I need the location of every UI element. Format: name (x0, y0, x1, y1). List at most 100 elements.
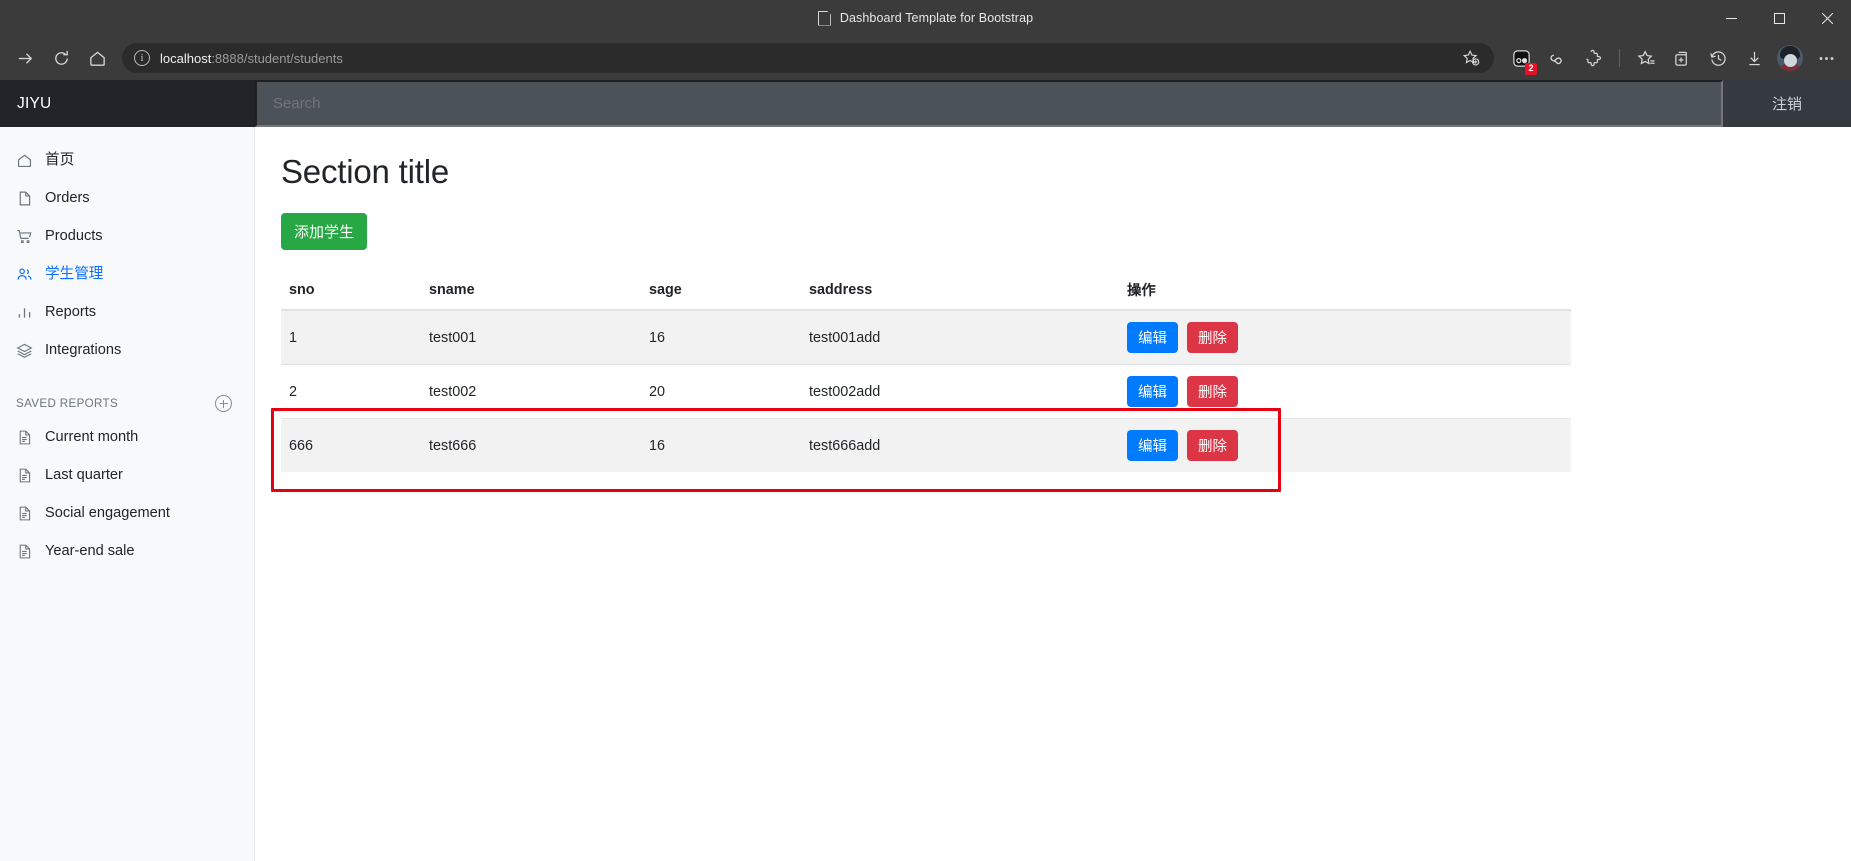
delete-button[interactable]: 删除 (1187, 322, 1238, 353)
url-host: localhost (160, 50, 212, 66)
sidebar-item-home[interactable]: 首页 (0, 141, 254, 179)
sidebar-item-products[interactable]: Products (0, 217, 254, 255)
downloads-icon[interactable] (1737, 41, 1771, 75)
browser-titlebar: Dashboard Template for Bootstrap (0, 0, 1851, 36)
toolbar-divider (1619, 49, 1620, 67)
column-header-actions: 操作 (1119, 270, 1571, 311)
logout-link-wrap[interactable]: 注销 (1723, 80, 1851, 127)
bar-chart-icon (16, 304, 33, 321)
close-button[interactable] (1803, 0, 1851, 36)
cell-actions: 编辑 删除 (1119, 418, 1571, 472)
edit-button[interactable]: 编辑 (1127, 322, 1178, 353)
profile-avatar-icon[interactable] (1773, 41, 1807, 75)
users-icon (16, 266, 33, 283)
forward-icon[interactable] (8, 41, 42, 75)
sidebar-item-last-quarter[interactable]: Last quarter (0, 456, 254, 494)
cell-sage: 16 (641, 418, 801, 472)
puzzle-extensions-icon[interactable] (1576, 41, 1610, 75)
students-table: sno sname sage saddress 操作 1 test001 16 … (281, 270, 1571, 472)
cell-saddress: test666add (801, 418, 1119, 472)
sidebar: 首页 Orders Products 学生管理 Reports Integrat… (0, 127, 255, 861)
sidebar-item-orders[interactable]: Orders (0, 179, 254, 217)
logout-link[interactable]: 注销 (1772, 93, 1802, 114)
report-file-icon (16, 543, 33, 560)
delete-button[interactable]: 删除 (1187, 430, 1238, 461)
minimize-button[interactable] (1707, 0, 1755, 36)
search-input[interactable] (255, 80, 1723, 127)
app-body: 首页 Orders Products 学生管理 Reports Integrat… (0, 127, 1851, 861)
cell-sage: 16 (641, 309, 801, 365)
cell-sname: test666 (421, 418, 641, 472)
avatar (1777, 45, 1803, 71)
sidebar-item-integrations[interactable]: Integrations (0, 331, 254, 369)
infinity-icon[interactable] (1540, 41, 1574, 75)
delete-button[interactable]: 删除 (1187, 376, 1238, 407)
url-path: :8888/student/students (211, 50, 343, 66)
column-header-sage: sage (641, 270, 801, 311)
site-info-icon[interactable]: i (134, 50, 150, 66)
report-file-icon (16, 429, 33, 446)
file-icon (16, 190, 33, 207)
sidebar-item-label: Last quarter (45, 467, 123, 483)
sidebar-item-year-end-sale[interactable]: Year-end sale (0, 532, 254, 570)
cell-actions: 编辑 删除 (1119, 309, 1571, 365)
history-icon[interactable] (1701, 41, 1735, 75)
saved-reports-heading: SAVED REPORTS (0, 385, 254, 418)
extension-badge-icon[interactable]: 2 (1504, 41, 1538, 75)
layers-icon (16, 342, 33, 359)
cell-saddress: test002add (801, 364, 1119, 419)
brand-block[interactable]: JIYU (0, 80, 255, 127)
edit-button[interactable]: 编辑 (1127, 430, 1178, 461)
column-header-saddress: saddress (801, 270, 1119, 311)
browser-toolbar: i localhost:8888/student/students 2 (0, 36, 1851, 80)
avatar-body (1779, 64, 1801, 71)
table-row[interactable]: 666 test666 16 test666add 编辑 删除 (281, 418, 1571, 472)
maximize-button[interactable] (1755, 0, 1803, 36)
add-student-button[interactable]: 添加学生 (281, 213, 368, 250)
window-title-group: Dashboard Template for Bootstrap (0, 11, 1851, 26)
collections-icon[interactable] (1665, 41, 1699, 75)
cell-sno: 1 (281, 309, 421, 365)
table-row[interactable]: 2 test002 20 test002add 编辑 删除 (281, 364, 1571, 419)
home-icon (16, 152, 33, 169)
cell-sno: 2 (281, 364, 421, 419)
table-row[interactable]: 1 test001 16 test001add 编辑 删除 (281, 309, 1571, 365)
sidebar-item-label: Integrations (45, 342, 122, 358)
add-favorite-icon[interactable] (1454, 41, 1488, 75)
cell-sno: 666 (281, 418, 421, 472)
saved-reports-label: SAVED REPORTS (16, 397, 119, 410)
window-title: Dashboard Template for Bootstrap (839, 11, 1034, 25)
students-table-wrap: sno sname sage saddress 操作 1 test001 16 … (281, 270, 1571, 472)
reload-icon[interactable] (44, 41, 78, 75)
main-content: Section title 添加学生 sno sname sage saddre… (255, 127, 1851, 861)
sidebar-item-reports[interactable]: Reports (0, 293, 254, 331)
sidebar-item-label: Social engagement (45, 505, 170, 521)
address-bar[interactable]: i localhost:8888/student/students (122, 43, 1494, 73)
table-body: 1 test001 16 test001add 编辑 删除 2 test002 … (281, 309, 1571, 472)
cell-sname: test001 (421, 309, 641, 365)
browser-chrome: Dashboard Template for Bootstrap i local… (0, 0, 1851, 80)
cell-actions: 编辑 删除 (1119, 364, 1571, 419)
url-text: localhost:8888/student/students (160, 51, 343, 66)
column-header-sno: sno (281, 270, 421, 311)
cell-sname: test002 (421, 364, 641, 419)
settings-more-icon[interactable] (1809, 41, 1843, 75)
sidebar-item-label: Products (45, 228, 103, 244)
plus-circle-icon[interactable] (215, 395, 232, 412)
sidebar-item-label: Reports (45, 304, 97, 320)
brand-label: JIYU (17, 94, 52, 112)
report-file-icon (16, 467, 33, 484)
column-header-sname: sname (421, 270, 641, 311)
sidebar-item-social-engagement[interactable]: Social engagement (0, 494, 254, 532)
report-file-icon (16, 505, 33, 522)
cart-icon (16, 228, 33, 245)
table-header-row: sno sname sage saddress 操作 (281, 270, 1571, 311)
page-title: Section title (281, 153, 449, 190)
favorites-icon[interactable] (1629, 41, 1663, 75)
sidebar-item-label: Current month (45, 429, 139, 445)
cell-sage: 20 (641, 364, 801, 419)
sidebar-item-current-month[interactable]: Current month (0, 418, 254, 456)
edit-button[interactable]: 编辑 (1127, 376, 1178, 407)
home-icon[interactable] (80, 41, 114, 75)
sidebar-item-student-management[interactable]: 学生管理 (0, 255, 254, 293)
